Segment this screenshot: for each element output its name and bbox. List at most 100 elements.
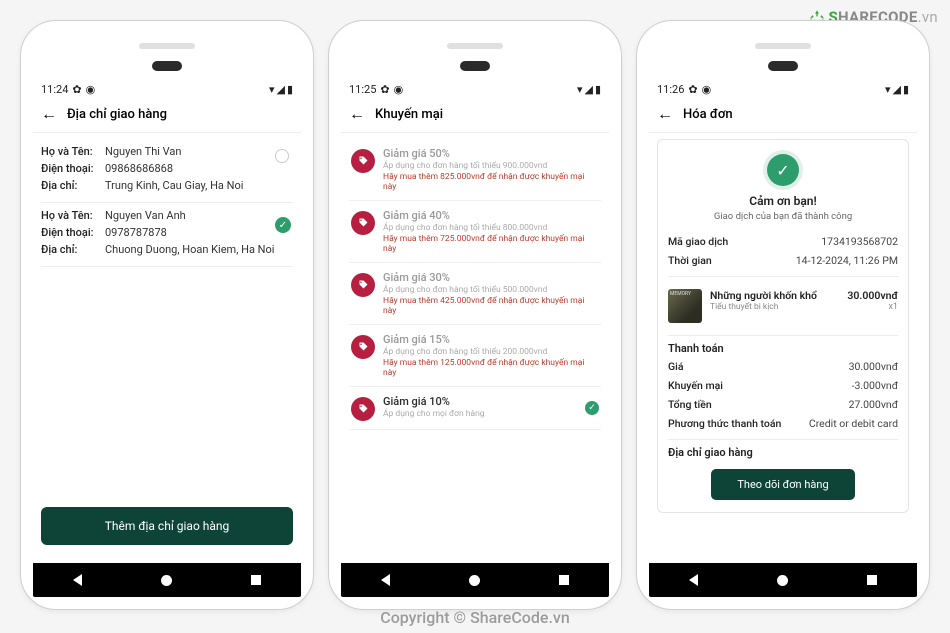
- nav-recent-icon[interactable]: [867, 575, 877, 585]
- nav-home-icon[interactable]: [777, 575, 788, 586]
- payment-row-label: Phương thức thanh toán: [668, 417, 781, 430]
- address-value-address: Trung Kinh, Cau Giay, Ha Noi: [105, 179, 293, 192]
- gear-icon: ✿: [380, 83, 389, 96]
- price-tag-icon: [351, 397, 375, 421]
- status-time: 11:26: [657, 83, 684, 96]
- book-thumb-icon: MEMORY: [668, 289, 702, 323]
- payment-row: Khuyến mại -3.000vnđ: [668, 376, 898, 395]
- payment-row: Tổng tiền 27.000vnđ: [668, 395, 898, 414]
- price-tag-icon: [351, 211, 375, 235]
- signal-icon: ◢: [892, 83, 900, 96]
- promo-subtitle: Áp dụng cho đơn hàng tối thiểu 500.000vn…: [383, 285, 599, 295]
- address-value-phone: 0978787878: [105, 226, 293, 239]
- status-bar: 11:26 ✿ ◉ ▾ ◢ ▮: [649, 79, 917, 98]
- item-title: Những người khốn khổ: [710, 289, 817, 302]
- nav-recent-icon[interactable]: [251, 575, 261, 585]
- order-item: MEMORY Những người khốn khổ Tiểu thuyết …: [668, 283, 898, 329]
- promo-title: Giảm giá 15%: [383, 333, 599, 346]
- receipt-card: ✓ Cảm ơn bạn! Giao dịch của bạn đã thành…: [657, 139, 909, 513]
- promo-title: Giảm giá 50%: [383, 147, 599, 160]
- battery-icon: ▮: [287, 83, 293, 96]
- phone-frame-receipt: 11:26 ✿ ◉ ▾ ◢ ▮ ← Hóa đơn ✓ Cảm ơn bạn!: [636, 20, 930, 610]
- promo-selected-icon[interactable]: ✓: [585, 401, 599, 415]
- nav-home-icon[interactable]: [161, 575, 172, 586]
- page-title: Khuyến mại: [375, 107, 443, 122]
- address-list: Họ và Tên:Nguyen Thi VanĐiện thoại:09868…: [33, 133, 301, 501]
- signal-icon: ◢: [276, 83, 284, 96]
- tx-label: Mã giao dịch: [668, 235, 728, 248]
- location-icon: ◉: [394, 83, 404, 96]
- promo-item: Giảm giá 30%Áp dụng cho đơn hàng tối thi…: [349, 263, 601, 325]
- gear-icon: ✿: [72, 83, 81, 96]
- price-tag-icon: [351, 273, 375, 297]
- payment-row-value: -3.000vnđ: [852, 379, 898, 392]
- item-price: 30.000vnđ: [847, 289, 898, 302]
- address-card[interactable]: Họ và Tên:Nguyen Thi VanĐiện thoại:09868…: [41, 139, 293, 203]
- selected-check-icon[interactable]: ✓: [275, 217, 291, 233]
- status-time: 11:25: [349, 83, 376, 96]
- nav-back-icon[interactable]: [381, 574, 390, 586]
- address-label-phone: Điện thoại:: [41, 162, 105, 175]
- unselected-radio-icon[interactable]: [275, 149, 289, 163]
- promo-subtitle: Áp dụng cho đơn hàng tối thiểu 900.000vn…: [383, 161, 599, 171]
- location-icon: ◉: [86, 83, 96, 96]
- time-label: Thời gian: [668, 254, 712, 267]
- item-subtitle: Tiểu thuyết bi kịch: [710, 302, 817, 312]
- wifi-icon: ▾: [269, 83, 275, 96]
- status-bar: 11:24 ✿ ◉ ▾ ◢ ▮: [33, 79, 301, 98]
- address-value-address: Chuong Duong, Hoan Kiem, Ha Noi: [105, 243, 293, 256]
- time-value: 14-12-2024, 11:26 PM: [796, 254, 898, 267]
- page-title: Hóa đơn: [683, 107, 733, 122]
- promo-subtitle: Áp dụng cho đơn hàng tối thiểu 800.000vn…: [383, 223, 599, 233]
- android-nav-bar: [341, 563, 609, 597]
- payment-row-label: Tổng tiền: [668, 398, 712, 411]
- promo-item: Giảm giá 40%Áp dụng cho đơn hàng tối thi…: [349, 201, 601, 263]
- payment-row-value: Credit or debit card: [809, 417, 898, 430]
- back-icon[interactable]: ←: [657, 106, 673, 122]
- promo-subtitle: Áp dụng cho mọi đơn hàng: [383, 409, 577, 419]
- shipping-section-heading: Địa chỉ giao hàng: [668, 446, 898, 459]
- nav-home-icon[interactable]: [469, 575, 480, 586]
- signal-icon: ◢: [584, 83, 592, 96]
- track-order-button[interactable]: Theo dõi đơn hàng: [711, 469, 854, 500]
- back-icon[interactable]: ←: [349, 106, 365, 122]
- promo-warning: Hãy mua thêm 125.000vnđ để nhận được khu…: [383, 358, 599, 378]
- price-tag-icon: [351, 335, 375, 359]
- wifi-icon: ▾: [577, 83, 583, 96]
- payment-row-label: Khuyến mại: [668, 379, 723, 392]
- nav-recent-icon[interactable]: [559, 575, 569, 585]
- address-label-name: Họ và Tên:: [41, 145, 105, 158]
- payment-row: Phương thức thanh toán Credit or debit ca…: [668, 414, 898, 433]
- android-nav-bar: [649, 563, 917, 597]
- success-desc: Giao dịch của bạn đã thành công: [668, 211, 898, 222]
- app-bar: ← Địa chỉ giao hàng: [33, 98, 301, 133]
- address-value-phone: 09868686868: [105, 162, 293, 175]
- success-check-icon: ✓: [767, 154, 799, 186]
- nav-back-icon[interactable]: [689, 574, 698, 586]
- payment-row-label: Giá: [668, 360, 684, 373]
- payment-section-heading: Thanh toán: [668, 342, 898, 355]
- address-label-phone: Điện thoại:: [41, 226, 105, 239]
- location-icon: ◉: [702, 83, 712, 96]
- status-time: 11:24: [41, 83, 68, 96]
- phone-frame-addresses: 11:24 ✿ ◉ ▾ ◢ ▮ ← Địa chỉ giao hàng Họ v…: [20, 20, 314, 610]
- back-icon[interactable]: ←: [41, 106, 57, 122]
- status-bar: 11:25 ✿ ◉ ▾ ◢ ▮: [341, 79, 609, 98]
- address-label-address: Địa chỉ:: [41, 243, 105, 256]
- gear-icon: ✿: [688, 83, 697, 96]
- tx-value: 1734193568702: [821, 235, 898, 248]
- promo-item: Giảm giá 50%Áp dụng cho đơn hàng tối thi…: [349, 139, 601, 201]
- receipt-content: ✓ Cảm ơn bạn! Giao dịch của bạn đã thành…: [649, 133, 917, 551]
- address-card[interactable]: Họ và Tên:Nguyen Van AnhĐiện thoại:09787…: [41, 203, 293, 267]
- address-value-name: Nguyen Thi Van: [105, 145, 293, 158]
- promo-item[interactable]: Giảm giá 10%Áp dụng cho mọi đơn hàng✓: [349, 387, 601, 430]
- address-label-address: Địa chỉ:: [41, 179, 105, 192]
- payment-row-value: 27.000vnđ: [849, 398, 898, 411]
- add-address-button[interactable]: Thêm địa chỉ giao hàng: [41, 507, 293, 545]
- battery-icon: ▮: [595, 83, 601, 96]
- promo-subtitle: Áp dụng cho đơn hàng tối thiểu 200.000vn…: [383, 347, 599, 357]
- app-bar: ← Hóa đơn: [649, 98, 917, 133]
- android-nav-bar: [33, 563, 301, 597]
- payment-row-value: 30.000vnđ: [849, 360, 898, 373]
- nav-back-icon[interactable]: [73, 574, 82, 586]
